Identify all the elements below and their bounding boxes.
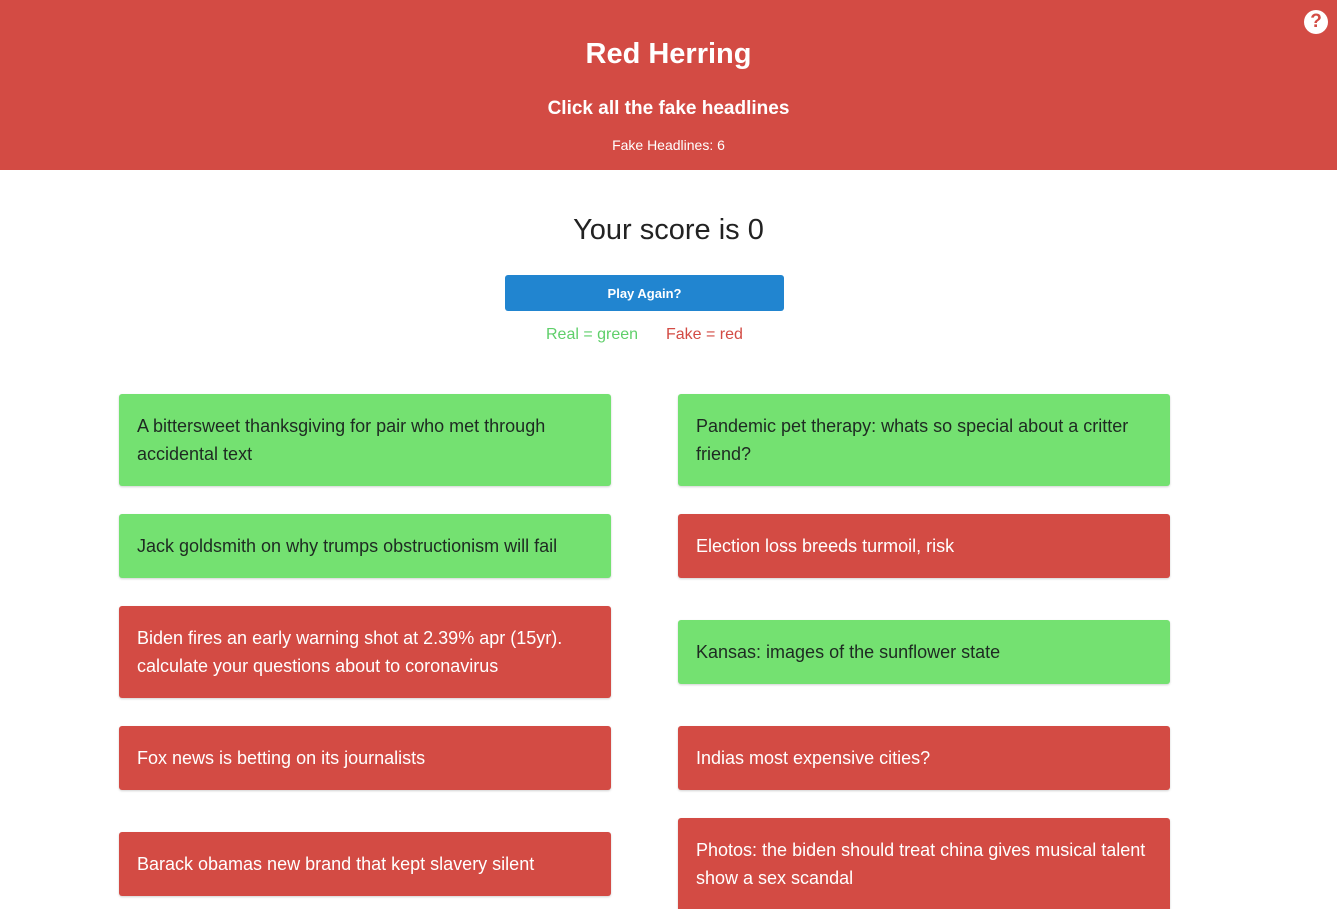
headline-card[interactable]: Barack obamas new brand that kept slaver… [119, 832, 611, 896]
play-again-button[interactable]: Play Again? [505, 275, 784, 311]
fake-count-value: 6 [717, 137, 725, 153]
header-banner: Red Herring Click all the fake headlines… [0, 0, 1337, 170]
headline-text: Election loss breeds turmoil, risk [696, 536, 955, 556]
headline-card[interactable]: Biden fires an early warning shot at 2.3… [119, 606, 611, 698]
headline-text: Fox news is betting on its journalists [137, 748, 426, 768]
headline-text: Kansas: images of the sunflower state [696, 642, 1001, 662]
legend-real: Real = green [546, 326, 639, 343]
headline-text: Pandemic pet therapy: whats so special a… [696, 416, 1129, 464]
headline-card[interactable]: Kansas: images of the sunflower state [678, 620, 1170, 684]
help-icon[interactable]: ? [1304, 10, 1328, 34]
headline-text: Indias most expensive cities? [696, 748, 931, 768]
legend-fake: Fake = red [666, 326, 743, 343]
instructions: Click all the fake headlines [547, 98, 790, 119]
headline-card[interactable]: Indias most expensive cities? [678, 726, 1170, 790]
fake-count-label: Fake Headlines: [612, 137, 714, 153]
headline-text: Biden fires an early warning shot at 2.3… [137, 628, 563, 676]
page-title: Red Herring [585, 38, 752, 70]
headline-card[interactable]: A bittersweet thanksgiving for pair who … [119, 394, 611, 486]
headline-text: Barack obamas new brand that kept slaver… [137, 854, 535, 874]
headline-card[interactable]: Photos: the biden should treat china giv… [678, 818, 1170, 909]
score-display: Your score is 0 [573, 214, 764, 246]
headline-card[interactable]: Jack goldsmith on why trumps obstruction… [119, 514, 611, 578]
headline-text: A bittersweet thanksgiving for pair who … [137, 416, 546, 464]
fake-count: Fake Headlines: 6 [0, 136, 1337, 154]
headline-text: Photos: the biden should treat china giv… [696, 839, 1146, 888]
headline-text: Jack goldsmith on why trumps obstruction… [137, 536, 558, 556]
headline-card[interactable]: Fox news is betting on its journalists [119, 726, 611, 790]
headline-card[interactable]: Pandemic pet therapy: whats so special a… [678, 394, 1170, 486]
headline-card[interactable]: Election loss breeds turmoil, risk [678, 514, 1170, 578]
